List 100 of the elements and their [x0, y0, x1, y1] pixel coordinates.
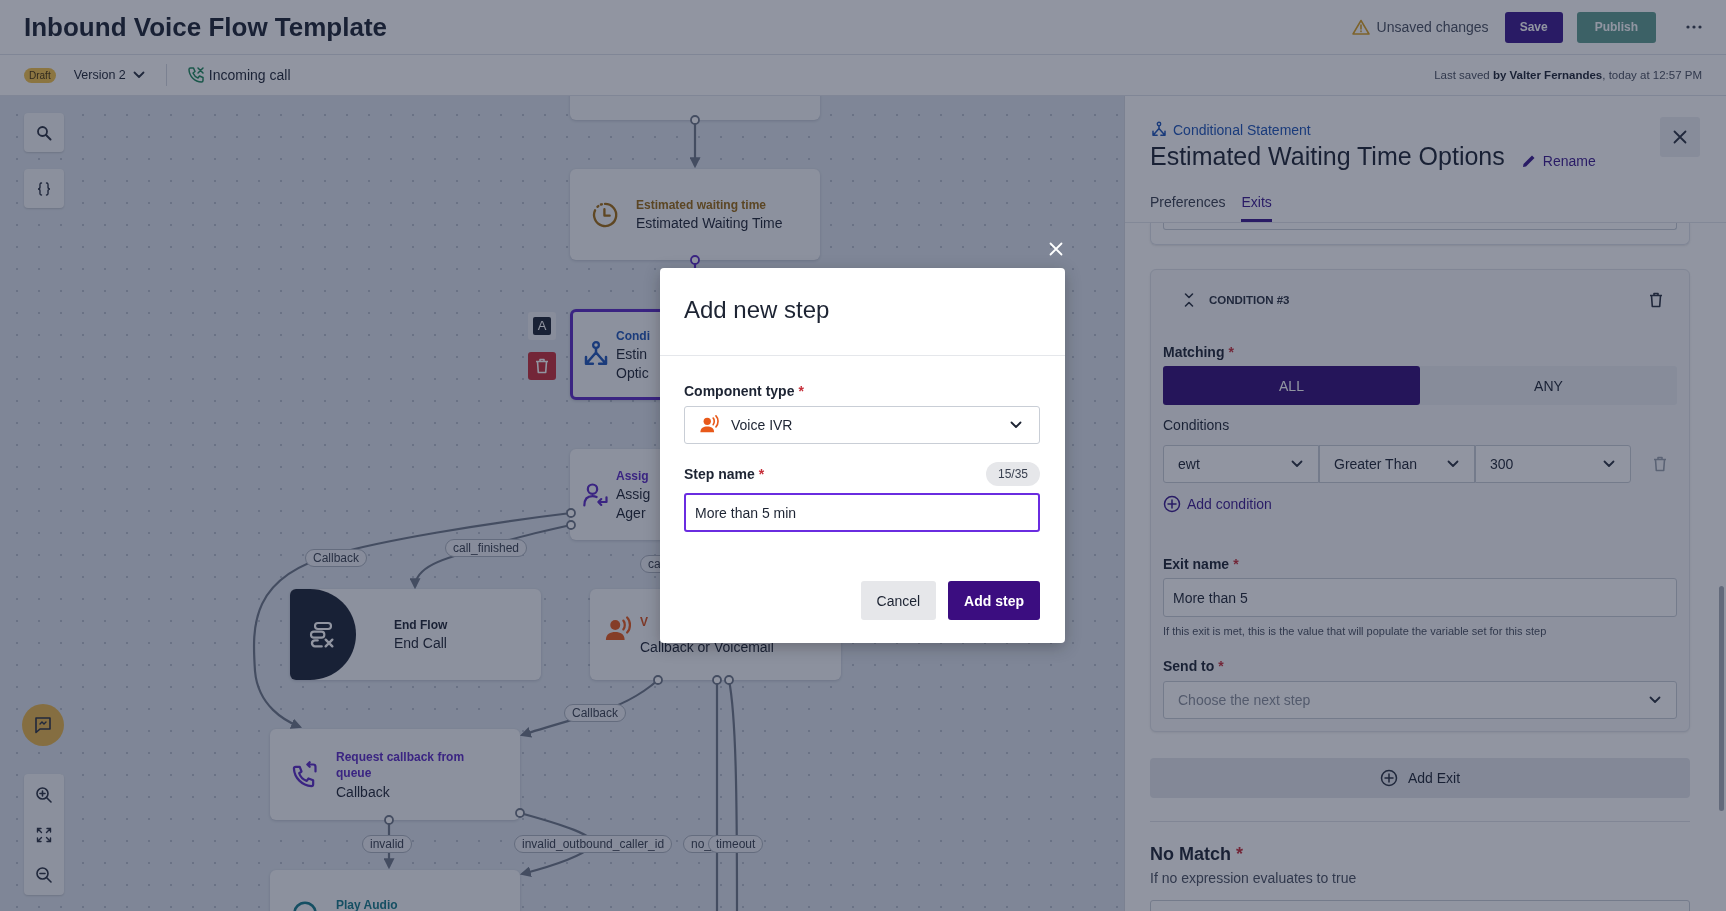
chat-icon[interactable]: [33, 715, 53, 735]
connection-point[interactable]: [653, 675, 663, 685]
required-mark: *: [1218, 658, 1224, 674]
edge-label: timeout: [708, 835, 764, 853]
connection-point[interactable]: [690, 115, 700, 125]
trash-icon: [535, 358, 549, 374]
braces-icon: [36, 180, 52, 197]
clock-icon: [591, 200, 619, 229]
version-dropdown[interactable]: Version 2: [67, 68, 152, 82]
scrollbar[interactable]: [1719, 586, 1724, 811]
search-button[interactable]: [24, 113, 64, 152]
last-saved-text: Last saved by Valter Fernandes, today at 12:57 PM: [1434, 69, 1702, 81]
exit-name-field[interactable]: More than 5: [1163, 578, 1677, 617]
close-icon: [1672, 129, 1688, 145]
edge-label: invalid: [362, 835, 413, 853]
step-type-label: Conditional Statement: [1173, 122, 1311, 138]
node-type-label: Estimated waiting time: [636, 198, 768, 212]
tab[interactable]: Exits: [1241, 186, 1272, 222]
flow-node[interactable]: End Flow End Call: [290, 589, 541, 680]
flow-node[interactable]: Play Audio: [270, 870, 520, 911]
flow-node[interactable]: Request callback from queue Callback: [270, 729, 520, 820]
node-type-label: End Flow: [394, 618, 448, 632]
required-mark: *: [758, 466, 765, 482]
edge-label: call_finished: [445, 539, 528, 557]
split-arrows-icon: [1150, 121, 1168, 139]
required-mark: *: [798, 383, 804, 399]
condition-heading: CONDITION #3: [1209, 294, 1290, 306]
field-label: Send to *: [1163, 658, 1225, 674]
edge-label: invalid_outbound_caller_id: [514, 835, 673, 853]
step-title: Estimated Waiting Time Options: [1150, 141, 1505, 172]
trigger-label: Incoming call: [208, 67, 291, 83]
phone-callback-icon: [291, 760, 319, 789]
comments-button[interactable]: [22, 704, 64, 746]
delete-button[interactable]: [528, 352, 556, 380]
character-counter: 15/35: [985, 462, 1040, 486]
node-name: Callback: [336, 784, 391, 800]
required-mark: *: [1236, 844, 1243, 865]
dropdown[interactable]: ewt: [1163, 445, 1319, 483]
helper-text: If this exit is met, this is the value that will populate the variable set for this step: [1163, 625, 1548, 637]
more-icon[interactable]: [1686, 25, 1702, 29]
add-condition-button[interactable]: Add condition: [1163, 495, 1272, 513]
node-type-label: Play Audio: [336, 898, 398, 911]
plus-circle-icon: [1379, 769, 1398, 787]
search-icon: [36, 124, 52, 141]
connection-point[interactable]: [384, 815, 394, 825]
node-type-label: Request callback from queue: [336, 749, 466, 781]
phone-icon: [186, 66, 205, 84]
connection-point[interactable]: [690, 255, 700, 265]
trash-icon: [1649, 292, 1663, 308]
step-name-field[interactable]: More than 5 min: [684, 493, 1040, 532]
section-heading: No Match *: [1150, 844, 1244, 865]
dialog-title: Add new step: [684, 296, 831, 324]
save-button[interactable]: Save: [1504, 11, 1563, 43]
node-type-label: V: [640, 615, 649, 629]
trash-icon: [1653, 456, 1667, 472]
cancel-button[interactable]: Cancel: [860, 581, 937, 620]
close-icon: [1048, 241, 1064, 257]
connection-point[interactable]: [515, 808, 525, 818]
zoom-out-icon[interactable]: [35, 865, 53, 884]
matching-option[interactable]: ALL: [1163, 366, 1420, 405]
node-name: Estimated Waiting Time: [636, 215, 783, 231]
matching-option[interactable]: ANY: [1420, 366, 1677, 405]
node-name: Assig: [616, 485, 651, 502]
variables-button[interactable]: [24, 169, 64, 208]
unsaved-changes-text: Unsaved changes: [1376, 19, 1489, 35]
connection-point[interactable]: [724, 675, 734, 685]
flow-title: Inbound Voice Flow Template: [24, 11, 388, 43]
rename-button[interactable]: Rename: [1520, 153, 1596, 172]
pencil-icon: [1520, 153, 1537, 169]
node-name: End Call: [394, 635, 448, 651]
edge-label: Callback: [305, 549, 368, 567]
node-type-label: Assig: [616, 468, 650, 483]
tab[interactable]: Preferences: [1150, 186, 1226, 222]
end-flow-icon: [290, 589, 356, 680]
add-step-button[interactable]: Add step: [948, 581, 1040, 620]
person-arrow-icon: [582, 480, 610, 509]
fit-screen-icon[interactable]: [36, 826, 52, 843]
required-mark: *: [1228, 344, 1234, 360]
node-name: Optic: [616, 364, 650, 381]
section-description: If no expression evaluates to true: [1150, 870, 1358, 886]
component-type-dropdown[interactable]: Voice IVR: [684, 406, 1040, 444]
text-tool-button[interactable]: A: [528, 312, 556, 340]
zoom-in-icon[interactable]: [35, 785, 53, 804]
field-label: Component type *: [684, 383, 805, 399]
connection-point[interactable]: [566, 520, 576, 530]
status-badge: Draft: [24, 67, 56, 83]
connection-point[interactable]: [712, 675, 722, 685]
dropdown[interactable]: 300: [1475, 445, 1631, 483]
connection-point[interactable]: [566, 508, 576, 518]
add-exit-button[interactable]: Add Exit: [1150, 758, 1690, 798]
close-button[interactable]: [1660, 117, 1700, 157]
required-mark: *: [1233, 556, 1239, 572]
node-name: Callback or Voicemail: [640, 639, 774, 655]
plus-circle-icon: [1163, 495, 1181, 513]
field-label: Exit name *: [1163, 556, 1240, 572]
node-name: Ager: [616, 504, 647, 521]
dropdown[interactable]: Greater Than: [1319, 445, 1475, 483]
node-type-label: Condi: [616, 328, 650, 343]
flow-node[interactable]: Estimated waiting time Estimated Waiting Time: [570, 169, 820, 260]
collapse-icon: [1183, 292, 1195, 308]
